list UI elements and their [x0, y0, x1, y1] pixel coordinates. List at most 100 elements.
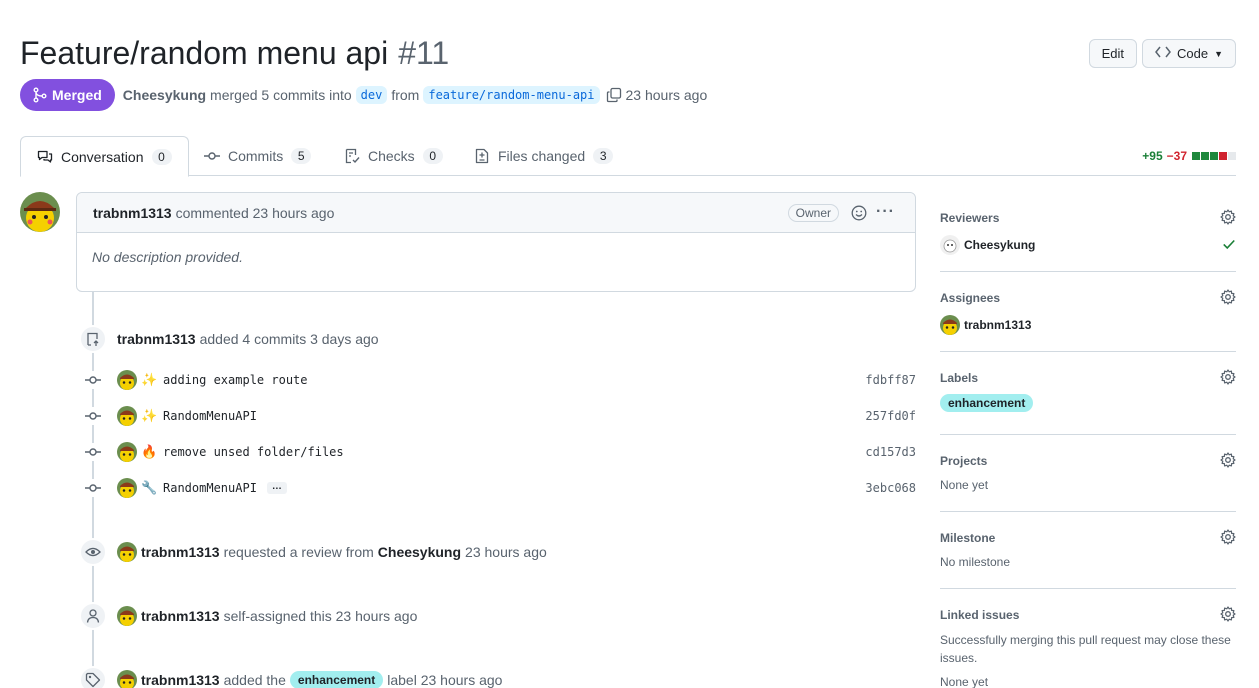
smiley-icon[interactable] [851, 205, 867, 224]
commit-message[interactable]: RandomMenuAPI [163, 409, 257, 423]
pr-meta: Merged Cheesykung merged 5 commits into … [20, 79, 707, 111]
reviewer-name[interactable]: Cheesykung [964, 238, 1035, 252]
sidebar-heading[interactable]: Projects [940, 451, 1236, 471]
event-author[interactable]: trabnm1313 [141, 608, 220, 624]
commit-message[interactable]: RandomMenuAPI [163, 481, 257, 495]
event-author[interactable]: trabnm1313 [117, 331, 196, 347]
reviewer-link[interactable]: Cheesykung [378, 544, 461, 560]
sidebar-heading[interactable]: Linked issues [940, 605, 1236, 625]
avatar[interactable] [940, 315, 960, 335]
code-icon [1155, 46, 1171, 61]
avatar[interactable] [940, 235, 960, 255]
merged-status-label: Merged [52, 87, 102, 103]
event-time: 23 hours ago [465, 544, 547, 560]
commit-sha[interactable]: 3ebc068 [865, 481, 916, 495]
tab-commits-label: Commits [228, 148, 284, 164]
commits-added-event: trabnm1313 added 4 commits 3 days ago [117, 327, 379, 351]
pr-title: Feature/random menu api #11 [20, 35, 449, 72]
comment-action: commented 23 hours ago [175, 204, 335, 221]
event-text: requested a review from [223, 544, 374, 560]
sidebar-reviewers: Reviewers Cheesykung [940, 208, 1236, 272]
sidebar-heading-label: Projects [940, 454, 988, 468]
git-commit-icon [204, 148, 220, 164]
event-text: self-assigned this 23 hours ago [223, 608, 418, 624]
self-assigned-event: trabnm1313 self-assigned this 23 hours a… [117, 604, 417, 628]
head-branch[interactable]: feature/random-menu-api [423, 86, 600, 104]
wrench-emoji: 🔧 [141, 480, 158, 495]
tab-commits-count: 5 [291, 148, 312, 164]
tab-checks-label: Checks [368, 148, 415, 164]
tab-conversation[interactable]: Conversation 0 [20, 136, 189, 177]
linked-issues-text: Successfully merging this pull request m… [940, 633, 1231, 665]
comment-author[interactable]: trabnm1313 [93, 205, 172, 221]
sidebar-heading[interactable]: Milestone [940, 528, 1236, 548]
expand-commit-button[interactable]: … [266, 482, 287, 494]
sidebar-milestone: Milestone No milestone [940, 528, 1236, 589]
base-branch[interactable]: dev [355, 86, 388, 104]
sidebar-heading-label: Linked issues [940, 608, 1020, 622]
commit-sha[interactable]: cd157d3 [865, 445, 916, 459]
owner-badge: Owner [787, 204, 839, 222]
sidebar-assignees: Assignees trabnm1313 [940, 288, 1236, 352]
gear-icon[interactable] [1220, 451, 1236, 471]
code-button[interactable]: Code ▼ [1142, 39, 1236, 68]
pr-number: #11 [398, 34, 450, 71]
fire-emoji: 🔥 [141, 444, 158, 459]
tab-checks[interactable]: Checks 0 [328, 136, 459, 176]
pr-title-text: Feature/random menu api [20, 34, 389, 71]
linked-issues-value: None yet [940, 675, 989, 688]
commit-sha[interactable]: 257fd0f [865, 409, 916, 423]
avatar[interactable] [117, 442, 137, 462]
sidebar-heading-label: Labels [940, 371, 979, 385]
reviewer-item: Cheesykung [940, 235, 1236, 255]
avatar[interactable] [117, 670, 137, 688]
gear-icon[interactable] [1220, 288, 1236, 308]
event-author[interactable]: trabnm1313 [141, 544, 220, 560]
edit-button[interactable]: Edit [1088, 39, 1137, 68]
tab-files-changed[interactable]: Files changed 3 [458, 136, 629, 176]
git-merge-icon [33, 87, 47, 103]
avatar[interactable] [117, 370, 137, 390]
avatar[interactable] [117, 478, 137, 498]
gear-icon[interactable] [1220, 208, 1236, 228]
avatar[interactable] [20, 192, 60, 232]
kebab-horizontal-icon[interactable]: ··· [876, 203, 895, 221]
assignee-name[interactable]: trabnm1313 [964, 318, 1031, 332]
tab-commits[interactable]: Commits 5 [188, 136, 327, 176]
avatar[interactable] [117, 606, 137, 626]
merger-link[interactable]: Cheesykung [123, 87, 206, 103]
caret-down-icon: ▼ [1214, 48, 1223, 59]
tab-conversation-count: 0 [151, 148, 172, 165]
gear-icon[interactable] [1220, 368, 1236, 388]
diffstat-block [1210, 152, 1218, 160]
comment-header: trabnm1313 commented 23 hours ago Owner … [77, 193, 915, 233]
label-badge[interactable]: enhancement [940, 394, 1034, 412]
avatar[interactable] [117, 542, 137, 562]
event-text: added the [223, 672, 286, 688]
commit-message[interactable]: remove unsed folder/files [163, 445, 344, 459]
file-diff-icon [474, 148, 490, 164]
diffstat-block [1201, 152, 1209, 160]
commit-message[interactable]: adding example route [163, 373, 308, 387]
gear-icon[interactable] [1220, 528, 1236, 548]
merge-time: 23 hours ago [625, 87, 708, 103]
commit-row: ✨ RandomMenuAPI 257fd0f [84, 404, 916, 428]
sidebar-heading[interactable]: Labels [940, 368, 1236, 388]
review-requested-event: trabnm1313 requested a review from Chees… [117, 540, 547, 564]
merge-action-text: merged 5 commits into [210, 87, 352, 103]
commit-sha[interactable]: fdbff87 [865, 373, 916, 387]
tab-conversation-label: Conversation [61, 148, 144, 165]
sparkles-emoji: ✨ [141, 408, 158, 423]
pr-tabs: Conversation 0 Commits 5 Checks 0 Files … [20, 136, 1236, 177]
event-author[interactable]: trabnm1313 [141, 672, 220, 688]
commit-row: 🔧 RandomMenuAPI … 3ebc068 [84, 476, 916, 500]
gear-icon[interactable] [1220, 605, 1236, 625]
sparkles-emoji: ✨ [141, 372, 158, 387]
check-icon [1222, 237, 1236, 254]
label-list: enhancement [940, 394, 1236, 412]
label-badge[interactable]: enhancement [289, 671, 384, 688]
sidebar-heading[interactable]: Assignees [940, 288, 1236, 308]
sidebar-heading[interactable]: Reviewers [940, 208, 1236, 228]
avatar[interactable] [117, 406, 137, 426]
copy-icon[interactable] [606, 87, 622, 103]
